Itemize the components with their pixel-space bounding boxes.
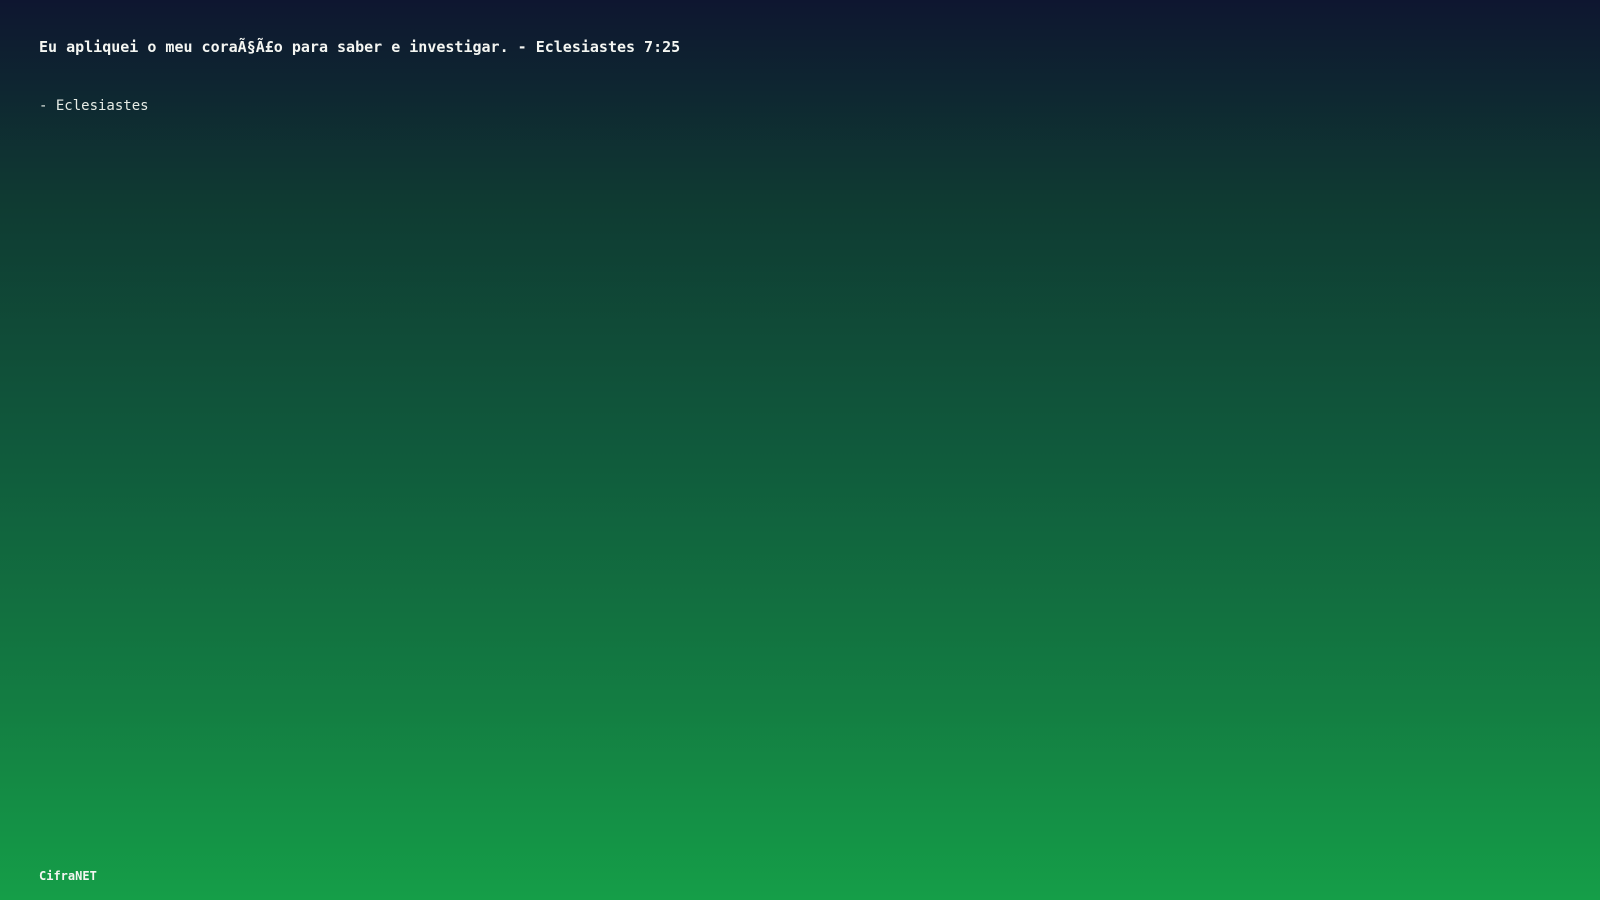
quote-text: Eu apliquei o meu coraÃ§Ã£o para saber e… bbox=[39, 38, 681, 56]
brand-label: CifraNET bbox=[39, 869, 97, 883]
quote-author: - Eclesiastes bbox=[39, 98, 149, 114]
